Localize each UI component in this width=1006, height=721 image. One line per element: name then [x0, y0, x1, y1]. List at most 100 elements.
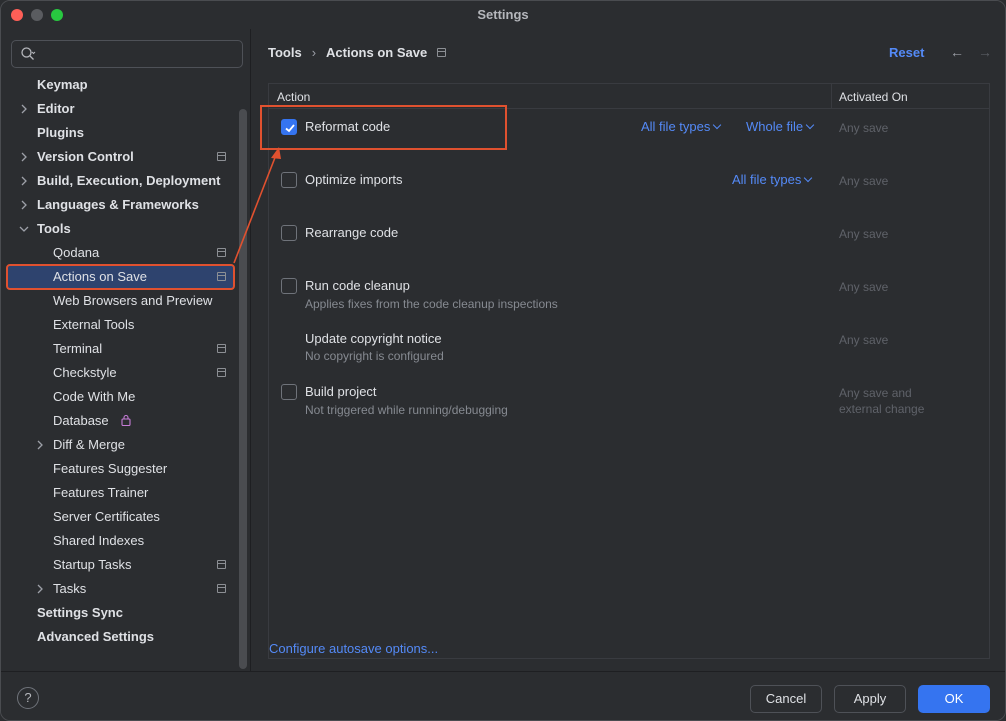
- reset-button[interactable]: Reset: [889, 45, 924, 60]
- project-settings-icon: [217, 248, 226, 257]
- sidebar-item-checkstyle[interactable]: Checkstyle: [7, 361, 234, 385]
- settings-window: Settings Keymap Editor Plugins Version C…: [0, 0, 1006, 721]
- activated-on-value: Any save and external change: [839, 385, 924, 417]
- sidebar-item-label: Tools: [37, 221, 71, 236]
- dialog-footer: ? Cancel Apply OK: [1, 671, 1005, 720]
- sidebar-item-shared-indexes[interactable]: Shared Indexes: [7, 529, 234, 553]
- sidebar-item-label: Actions on Save: [53, 269, 147, 284]
- lock-icon: [121, 414, 131, 426]
- sidebar-item-label: Settings Sync: [37, 605, 123, 620]
- sidebar-item-features-suggester[interactable]: Features Suggester: [7, 457, 234, 481]
- chevron-right-icon[interactable]: [35, 440, 45, 450]
- table-row-rearrange-code: Rearrange code Any save: [269, 215, 989, 268]
- chevron-right-icon[interactable]: [35, 584, 45, 594]
- ok-button[interactable]: OK: [918, 685, 990, 713]
- forward-arrow-icon[interactable]: →: [978, 44, 992, 60]
- sidebar-item-label: Qodana: [53, 245, 100, 260]
- sidebar-item-database[interactable]: Database: [7, 409, 234, 433]
- run-code-cleanup-checkbox[interactable]: [281, 278, 297, 294]
- sidebar-item-editor[interactable]: Editor: [7, 97, 234, 121]
- sidebar-item-label: Code With Me: [53, 389, 136, 404]
- sidebar-item-label: Languages & Frameworks: [37, 197, 199, 212]
- rearrange-code-checkbox[interactable]: [281, 225, 297, 241]
- action-name: Rearrange code: [305, 225, 399, 240]
- dropdown-label: All file types: [641, 119, 711, 134]
- window-title: Settings: [477, 7, 529, 22]
- table-row-build-project: Build project Not triggered while runnin…: [269, 374, 989, 427]
- sidebar-item-label: Diff & Merge: [53, 437, 126, 452]
- file-types-dropdown[interactable]: All file types: [641, 119, 722, 134]
- breadcrumb-parent[interactable]: Tools: [268, 45, 302, 60]
- project-settings-icon: [217, 152, 226, 161]
- sidebar-item-features-trainer[interactable]: Features Trainer: [7, 481, 234, 505]
- action-name: Optimize imports: [305, 172, 403, 187]
- chevron-right-icon[interactable]: [19, 152, 29, 162]
- chevron-right-icon[interactable]: [19, 200, 29, 210]
- settings-sidebar: Keymap Editor Plugins Version Control Bu…: [1, 29, 251, 671]
- sidebar-item-plugins[interactable]: Plugins: [7, 121, 234, 145]
- sidebar-item-label: Database: [53, 413, 109, 428]
- action-name: Update copyright notice: [305, 331, 442, 346]
- sidebar-item-label: Terminal: [53, 341, 103, 356]
- scope-dropdown[interactable]: Whole file: [746, 119, 815, 134]
- sidebar-item-tools[interactable]: Tools: [7, 217, 234, 241]
- sidebar-item-startup-tasks[interactable]: Startup Tasks: [7, 553, 234, 577]
- action-description: No copyright is configured: [305, 349, 444, 363]
- action-description: Not triggered while running/debugging: [305, 403, 508, 417]
- sidebar-item-label: Advanced Settings: [37, 629, 155, 644]
- sidebar-item-build-execution-deployment[interactable]: Build, Execution, Deployment: [7, 169, 234, 193]
- sidebar-item-terminal[interactable]: Terminal: [7, 337, 234, 361]
- sidebar-item-label: Keymap: [37, 77, 88, 92]
- sidebar-item-label: Features Trainer: [53, 485, 149, 500]
- optimize-imports-checkbox[interactable]: [281, 172, 297, 188]
- sidebar-item-actions-on-save[interactable]: Actions on Save: [6, 264, 235, 290]
- chevron-down-icon: [804, 173, 813, 183]
- activated-on-line: external change: [839, 402, 925, 416]
- project-settings-icon: [217, 560, 226, 569]
- project-settings-icon: [437, 48, 447, 57]
- sidebar-item-label: Features Suggester: [53, 461, 168, 476]
- sidebar-item-advanced-settings[interactable]: Advanced Settings: [7, 625, 234, 649]
- back-arrow-icon[interactable]: ←: [950, 44, 964, 60]
- breadcrumb: Tools › Actions on Save: [268, 45, 447, 60]
- sidebar-item-label: External Tools: [53, 317, 135, 332]
- sidebar-item-tasks[interactable]: Tasks: [7, 577, 234, 601]
- sidebar-item-external-tools[interactable]: External Tools: [7, 313, 234, 337]
- search-input[interactable]: [11, 40, 243, 68]
- chevron-down-icon: [805, 120, 815, 130]
- column-divider: [831, 84, 832, 109]
- breadcrumb-current: Actions on Save: [326, 45, 428, 60]
- chevron-right-icon[interactable]: [19, 104, 29, 114]
- file-types-dropdown[interactable]: All file types: [732, 172, 813, 187]
- project-settings-icon: [217, 272, 226, 281]
- title-bar: Settings: [1, 1, 1005, 29]
- sidebar-item-version-control[interactable]: Version Control: [7, 145, 234, 169]
- build-project-checkbox[interactable]: [281, 384, 297, 400]
- sidebar-scrollbar[interactable]: [239, 109, 247, 669]
- action-name: Build project: [305, 384, 377, 399]
- sidebar-item-label: Tasks: [53, 581, 87, 596]
- sidebar-item-qodana[interactable]: Qodana: [7, 241, 234, 265]
- chevron-down-icon[interactable]: [19, 224, 29, 234]
- table-row-run-code-cleanup: Run code cleanup Applies fixes from the …: [269, 268, 989, 321]
- cancel-button[interactable]: Cancel: [750, 685, 822, 713]
- chevron-right-icon[interactable]: [19, 176, 29, 186]
- help-button[interactable]: ?: [17, 687, 39, 709]
- sidebar-item-settings-sync[interactable]: Settings Sync: [7, 601, 234, 625]
- sidebar-item-languages-frameworks[interactable]: Languages & Frameworks: [7, 193, 234, 217]
- apply-button[interactable]: Apply: [834, 685, 906, 713]
- sidebar-item-code-with-me[interactable]: Code With Me: [7, 385, 234, 409]
- table-row-update-copyright: Update copyright notice No copyright is …: [269, 321, 989, 374]
- sidebar-item-diff-merge[interactable]: Diff & Merge: [7, 433, 234, 457]
- sidebar-item-server-certificates[interactable]: Server Certificates: [7, 505, 234, 529]
- sidebar-item-label: Version Control: [37, 149, 134, 164]
- dropdown-label: Whole file: [746, 119, 804, 134]
- sidebar-item-keymap[interactable]: Keymap: [7, 73, 234, 97]
- sidebar-item-web-browsers[interactable]: Web Browsers and Preview: [7, 289, 234, 313]
- action-name: Run code cleanup: [305, 278, 410, 293]
- chevron-down-icon: [713, 120, 722, 130]
- project-settings-icon: [217, 344, 226, 353]
- search-icon: [21, 47, 36, 60]
- actions-table: Action Activated On Reformat code All fi…: [268, 83, 990, 659]
- configure-autosave-link[interactable]: Configure autosave options...: [269, 641, 438, 656]
